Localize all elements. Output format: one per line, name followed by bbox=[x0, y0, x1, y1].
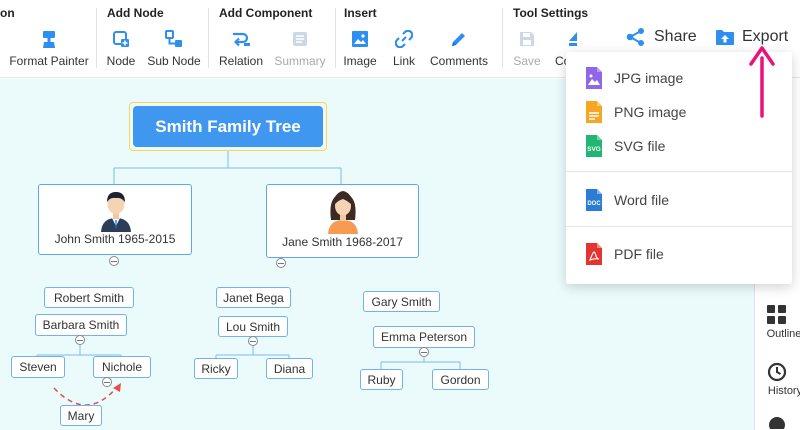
svg-file-icon: SVG bbox=[584, 135, 604, 157]
collapse-toggle[interactable] bbox=[75, 335, 85, 345]
node-robert-smith[interactable]: Robert Smith bbox=[44, 287, 134, 308]
node-button[interactable]: Node bbox=[105, 28, 137, 70]
export-pdf-label: PDF file bbox=[614, 246, 664, 262]
save-icon bbox=[516, 28, 538, 50]
comments-label: Comments bbox=[430, 54, 489, 68]
node-ruby[interactable]: Ruby bbox=[360, 369, 403, 390]
right-panel-history-tab[interactable]: History bbox=[755, 362, 800, 397]
sub-node-button[interactable]: Sub Node bbox=[146, 28, 202, 70]
relation-icon bbox=[230, 28, 252, 50]
node-steven[interactable]: Steven bbox=[11, 356, 65, 378]
image-label: Image bbox=[343, 54, 377, 68]
node-barbara-smith[interactable]: Barbara Smith bbox=[35, 314, 127, 336]
paint-brush-icon bbox=[38, 28, 60, 50]
node-nichole[interactable]: Nichole bbox=[93, 356, 151, 378]
export-word-item[interactable]: DOC Word file bbox=[566, 183, 792, 217]
relation-button[interactable]: Relation bbox=[218, 28, 264, 70]
root-topic-label: Smith Family Tree bbox=[133, 106, 323, 147]
image-icon bbox=[349, 28, 371, 50]
summary-button[interactable]: Summary bbox=[273, 28, 327, 70]
node-janet-bega[interactable]: Janet Bega bbox=[216, 287, 291, 308]
annotation-arrow-icon bbox=[749, 46, 775, 118]
svg-text:SVG: SVG bbox=[587, 146, 601, 153]
outline-tab-label: Outline bbox=[766, 328, 800, 340]
node-gordon[interactable]: Gordon bbox=[432, 369, 489, 390]
collapse-toggle[interactable] bbox=[419, 347, 429, 357]
format-painter-button[interactable]: Format Painter bbox=[9, 28, 89, 70]
male-avatar-icon bbox=[99, 190, 133, 237]
summary-icon bbox=[289, 28, 311, 50]
sub-node-icon bbox=[163, 28, 185, 50]
image-button[interactable]: Image bbox=[343, 28, 377, 70]
collapse-toggle[interactable] bbox=[248, 336, 258, 346]
person-card-father[interactable]: John Smith 1965-2015 bbox=[38, 184, 192, 255]
node-label: Node bbox=[106, 54, 136, 68]
person-card-mother[interactable]: Jane Smith 1968-2017 bbox=[266, 184, 419, 258]
share-button[interactable]: Share bbox=[626, 24, 697, 50]
history-tab-label: History bbox=[767, 385, 800, 397]
node-diana[interactable]: Diana bbox=[266, 358, 313, 379]
toolbar-divider bbox=[502, 8, 503, 68]
format-painter-label: Format Painter bbox=[9, 54, 89, 68]
export-png-label: PNG image bbox=[614, 104, 687, 120]
collapse-toggle[interactable] bbox=[276, 258, 286, 268]
export-svg-item[interactable]: SVG SVG file bbox=[566, 129, 792, 163]
add-node-icon bbox=[110, 28, 132, 50]
sub-node-label: Sub Node bbox=[147, 54, 201, 68]
mother-name: Jane Smith 1968-2017 bbox=[282, 235, 403, 249]
group-title-add-component: Add Component bbox=[219, 6, 313, 20]
node-emma-peterson[interactable]: Emma Peterson bbox=[373, 326, 475, 348]
right-panel-outline-tab[interactable]: Outline bbox=[755, 305, 800, 340]
partial-icon bbox=[767, 415, 787, 429]
father-name: John Smith 1965-2015 bbox=[54, 232, 176, 246]
save-label: Save bbox=[513, 54, 541, 68]
collapse-toggle[interactable] bbox=[102, 377, 112, 387]
group-title-add-node: Add Node bbox=[107, 6, 164, 20]
share-label: Share bbox=[654, 28, 697, 45]
save-button[interactable]: Save bbox=[513, 28, 541, 70]
history-icon bbox=[767, 362, 787, 382]
export-jpg-label: JPG image bbox=[614, 70, 684, 86]
node-mary[interactable]: Mary bbox=[60, 405, 102, 426]
node-ricky[interactable]: Ricky bbox=[194, 358, 238, 379]
link-button[interactable]: Link bbox=[392, 28, 416, 70]
root-topic[interactable]: Smith Family Tree bbox=[129, 102, 327, 151]
svg-text:DOC: DOC bbox=[587, 201, 601, 207]
export-pdf-item[interactable]: PDF file bbox=[566, 237, 792, 271]
export-icon bbox=[715, 28, 735, 46]
eject-icon bbox=[566, 28, 577, 50]
group-title-partial: on bbox=[0, 6, 15, 20]
group-title-tool-settings: Tool Settings bbox=[513, 6, 589, 20]
jpg-file-icon bbox=[584, 67, 604, 89]
png-file-icon bbox=[584, 101, 604, 123]
female-avatar-icon bbox=[326, 190, 360, 239]
node-lou-smith[interactable]: Lou Smith bbox=[218, 316, 288, 337]
toolbar-divider bbox=[208, 8, 209, 68]
share-icon bbox=[626, 27, 646, 47]
toolbar-divider bbox=[96, 8, 97, 68]
export-svg-label: SVG file bbox=[614, 138, 666, 154]
export-word-label: Word file bbox=[614, 192, 669, 208]
menu-divider bbox=[566, 171, 792, 172]
comments-button[interactable]: Comments bbox=[430, 28, 488, 70]
collapse-toggle[interactable] bbox=[109, 256, 119, 266]
outline-icon bbox=[767, 305, 787, 325]
node-gary-smith[interactable]: Gary Smith bbox=[363, 291, 440, 312]
summary-label: Summary bbox=[274, 54, 326, 68]
word-file-icon: DOC bbox=[584, 189, 604, 211]
relation-label: Relation bbox=[218, 54, 264, 68]
pdf-file-icon bbox=[584, 243, 604, 265]
link-icon bbox=[393, 28, 415, 50]
menu-divider bbox=[566, 226, 792, 227]
pencil-icon bbox=[448, 28, 470, 50]
group-title-insert: Insert bbox=[344, 6, 377, 20]
toolbar-divider bbox=[335, 8, 336, 68]
right-panel-more-tab[interactable] bbox=[755, 415, 800, 429]
link-label: Link bbox=[392, 54, 415, 68]
